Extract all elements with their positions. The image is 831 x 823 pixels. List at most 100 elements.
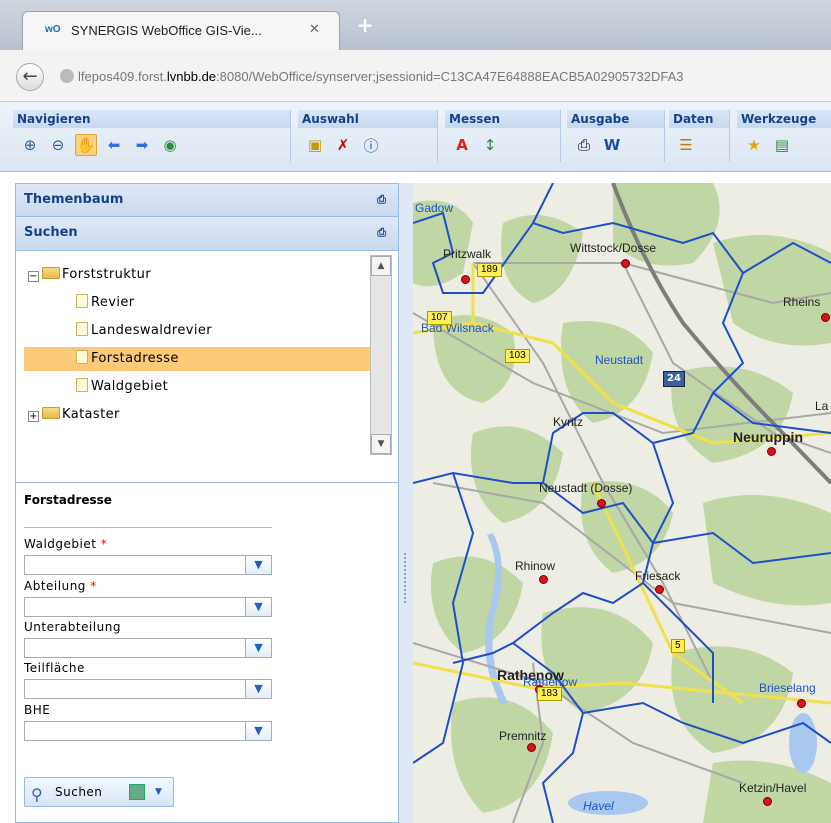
measure-area-icon[interactable]: A — [451, 134, 473, 156]
map-label-havel: Havel — [583, 799, 614, 813]
map-label-kyritz: Kyritz — [553, 415, 583, 429]
themenbaum-title: Themenbaum — [24, 192, 124, 207]
chevron-down-icon[interactable]: ▼ — [155, 778, 162, 806]
form-title: Forstadresse — [24, 493, 112, 507]
tab-close-icon[interactable]: ✕ — [309, 22, 320, 37]
tools-star-icon[interactable]: ★ — [743, 134, 765, 156]
tree-node-forststruktur[interactable]: − Forststruktur — [28, 263, 151, 287]
document-icon — [76, 378, 88, 392]
globe-icon[interactable]: ◉ — [159, 134, 181, 156]
unterabteilung-select[interactable]: ▼ — [24, 638, 272, 658]
waldgebiet-select[interactable]: ▼ — [24, 555, 272, 575]
back-arrow-icon[interactable]: ⬅ — [103, 134, 125, 156]
chevron-down-icon[interactable]: ▼ — [245, 598, 271, 616]
city-marker — [621, 259, 630, 268]
road-shield-189: 189 — [477, 263, 502, 277]
map-label-brieselang: Brieselang — [759, 681, 816, 695]
search-form: Forstadresse Waldgebiet * ▼ Abteilung * … — [15, 483, 399, 823]
select-icon[interactable]: ▣ — [304, 134, 326, 156]
map-label-premnitz: Premnitz — [499, 729, 547, 743]
toolbar-group-title: Ausgabe — [567, 110, 664, 128]
splitter-grip[interactable] — [404, 553, 407, 603]
pin-icon[interactable]: ⎙ — [377, 217, 386, 249]
deselect-icon[interactable]: ✗ — [332, 134, 354, 156]
map-label-pritzwalk: Pritzwalk — [443, 247, 492, 261]
word-export-icon[interactable]: W — [601, 134, 623, 156]
chevron-down-icon[interactable]: ▼ — [245, 639, 271, 657]
tree-node-forstadresse[interactable]: Forstadresse — [24, 347, 370, 371]
pin-icon[interactable]: ⎙ — [377, 184, 386, 216]
browser-tab[interactable]: wO SYNERGIS WebOffice GIS-Vie... ✕ — [22, 11, 340, 50]
map-label-neustadt: Neustadt — [595, 353, 644, 367]
tree-node-label: Forstadresse — [91, 351, 179, 366]
tools-map-icon[interactable]: ▤ — [771, 134, 793, 156]
forward-arrow-icon[interactable]: ➡ — [131, 134, 153, 156]
print-icon[interactable]: ⎙ — [573, 134, 595, 156]
new-tab-button[interactable]: + — [352, 14, 378, 36]
teilflaeche-select[interactable]: ▼ — [24, 679, 272, 699]
expand-icon[interactable]: + — [28, 411, 39, 422]
search-button-label: Suchen — [55, 785, 103, 799]
tab-title: SYNERGIS WebOffice GIS-Vie... — [71, 23, 262, 38]
suchen-header[interactable]: Suchen ⎙ — [15, 217, 399, 251]
tree-node-label: Landeswaldrevier — [91, 323, 213, 338]
folder-icon — [42, 407, 60, 419]
scroll-down-icon[interactable]: ▼ — [371, 434, 391, 454]
toolbar-group-auswahl: Auswahl ▣ ✗ ⓘ — [298, 110, 438, 162]
city-marker — [655, 585, 664, 594]
measure-distance-icon[interactable]: ↕ — [479, 134, 501, 156]
road-shield-183: 183 — [537, 687, 562, 701]
url-field[interactable]: lfepos409.forst.lvnbb.de:8080/WebOffice/… — [52, 64, 831, 90]
chevron-down-icon[interactable]: ▼ — [245, 680, 271, 698]
zoom-in-icon[interactable]: ⊕ — [19, 134, 41, 156]
map-view[interactable]: Gadow Pritzwalk Wittstock/Dosse Rheins B… — [413, 183, 831, 823]
tree-node-label: Forststruktur — [62, 267, 152, 282]
data-table-icon[interactable]: ☰ — [675, 134, 697, 156]
collapse-icon[interactable]: − — [28, 271, 39, 282]
url-rest: :8080/WebOffice/synserver;jsessionid=C13… — [216, 69, 684, 84]
chevron-down-icon[interactable]: ▼ — [245, 722, 271, 740]
url-host: lvnbb.de — [166, 69, 217, 84]
map-label-rheinsberg: Rheins — [783, 295, 821, 309]
search-button[interactable]: ⚲ Suchen ▼ — [24, 777, 174, 807]
tree-node-label: Revier — [91, 295, 135, 310]
suchen-title: Suchen — [24, 225, 78, 240]
themenbaum-header[interactable]: Themenbaum ⎙ — [15, 183, 399, 217]
city-marker — [461, 275, 470, 284]
map-label-friesack: Friesack — [635, 569, 681, 583]
search-icon: ⚲ — [31, 785, 43, 804]
pan-hand-icon[interactable]: ✋ — [75, 134, 97, 156]
chevron-down-icon[interactable]: ▼ — [245, 556, 271, 574]
toolbar-group-navigieren: Navigieren ⊕ ⊖ ✋ ⬅ ➡ ◉ — [13, 110, 291, 162]
document-icon — [76, 350, 88, 364]
toolbar-group-title: Daten — [669, 110, 729, 128]
tree-node-waldgebiet[interactable]: Waldgebiet — [76, 375, 168, 399]
city-marker — [821, 313, 830, 322]
field-label-bhe: BHE — [24, 703, 51, 717]
tree-node-kataster[interactable]: + Kataster — [28, 403, 120, 427]
city-marker — [797, 699, 806, 708]
toolbar-group-title: Messen — [445, 110, 560, 128]
app-toolbar: Navigieren ⊕ ⊖ ✋ ⬅ ➡ ◉ Auswahl ▣ ✗ ⓘ Mes… — [0, 102, 831, 172]
road-shield-103: 103 — [505, 349, 530, 363]
zoom-out-icon[interactable]: ⊖ — [47, 134, 69, 156]
info-icon[interactable]: ⓘ — [360, 134, 382, 156]
city-marker — [763, 797, 772, 806]
map-label-neustadt-dosse: Neustadt (Dosse) — [539, 481, 633, 495]
folder-icon — [42, 267, 60, 279]
tree-node-label: Kataster — [62, 407, 120, 422]
back-button[interactable]: ← — [16, 63, 44, 91]
tree-node-landeswaldrevier[interactable]: Landeswaldrevier — [76, 319, 212, 343]
road-shield-107: 107 — [427, 311, 452, 325]
search-options-icon[interactable] — [129, 784, 145, 800]
road-shield-5: 5 — [671, 639, 685, 653]
panel-splitter[interactable] — [399, 183, 413, 823]
scroll-up-icon[interactable]: ▲ — [371, 256, 391, 276]
toolbar-group-title: Navigieren — [13, 110, 290, 128]
tree-node-revier[interactable]: Revier — [76, 291, 135, 315]
bhe-select[interactable]: ▼ — [24, 721, 272, 741]
tree-scrollbar[interactable]: ▲ ▼ — [370, 255, 392, 455]
abteilung-select[interactable]: ▼ — [24, 597, 272, 617]
field-label-abteilung: Abteilung * — [24, 579, 97, 593]
field-label-unterabteilung: Unterabteilung — [24, 620, 121, 634]
